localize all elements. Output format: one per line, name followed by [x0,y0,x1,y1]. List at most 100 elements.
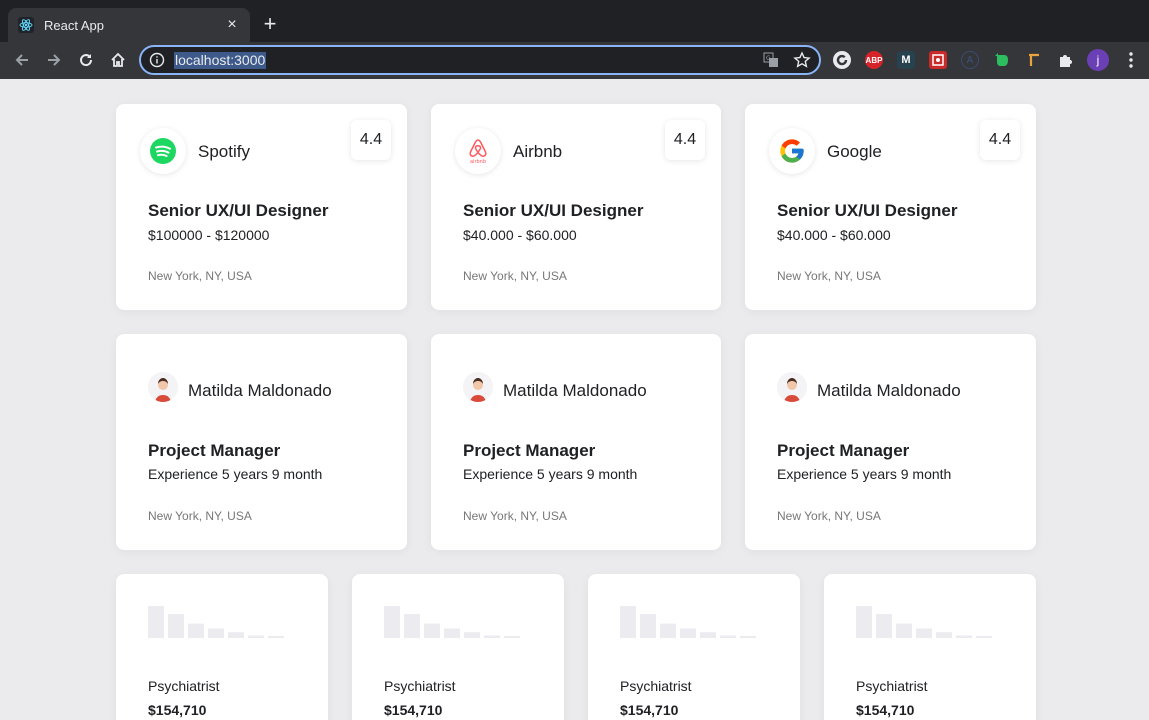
google-ext-icon[interactable] [833,51,851,69]
job-card[interactable]: Spotify 4.4 Senior UX/UI Designer $10000… [116,104,407,310]
salary-amount: $154,710 [384,702,443,718]
profession-name: Psychiatrist [620,678,692,694]
profile-avatar[interactable]: j [1087,49,1109,71]
tool-ext-icon[interactable] [1025,51,1043,69]
avatar [777,372,807,402]
job-location: New York, NY, USA [463,269,567,283]
chart-bar [248,635,264,638]
salary-mini-chart [856,606,992,638]
job-card[interactable]: Google 4.4 Senior UX/UI Designer $40.000… [745,104,1036,310]
chart-bar [188,623,204,638]
puzzle-icon[interactable] [1057,51,1075,69]
chart-bar [856,606,872,638]
candidate-location: New York, NY, USA [463,509,567,523]
m-ext-icon[interactable]: M [897,51,915,69]
spotify-logo-icon [140,128,186,174]
reload-icon[interactable] [74,48,98,72]
svg-text:G: G [766,55,771,62]
salary-amount: $154,710 [856,702,915,718]
salary-amount: $154,710 [148,702,207,718]
candidate-role: Project Manager [148,441,281,460]
home-icon[interactable] [106,48,130,72]
salary-card[interactable]: Psychiatrist $154,710 [824,574,1036,720]
job-card[interactable]: airbnb Airbnb 4.4 Senior UX/UI Designer … [431,104,721,310]
salary-amount: $154,710 [620,702,679,718]
job-title: Senior UX/UI Designer [148,201,329,220]
chart-bar [384,606,400,638]
job-location: New York, NY, USA [777,269,881,283]
url-text[interactable]: localhost:3000 [174,52,267,69]
react-favicon-icon [18,17,34,33]
candidate-location: New York, NY, USA [148,509,252,523]
chart-bar [444,628,460,638]
chart-bar [916,628,932,638]
chart-bar [976,636,992,638]
chart-bar [936,632,952,638]
profession-name: Psychiatrist [856,678,928,694]
chart-bar [660,623,676,638]
chart-bar [504,636,520,638]
candidate-role: Project Manager [463,441,596,460]
new-tab-icon[interactable]: + [258,13,282,37]
salary-mini-chart [384,606,520,638]
chart-bar [228,632,244,638]
company-name: Spotify [198,142,250,161]
salary-mini-chart [148,606,284,638]
chart-bar [168,614,184,638]
candidate-name: Matilda Maldonado [817,381,961,400]
translate-icon[interactable]: G [763,52,779,68]
tab-title: React App [44,17,104,33]
salary-range: $40.000 - $60.000 [777,227,891,243]
candidate-experience: Experience 5 years 9 month [777,466,952,482]
candidate-card[interactable]: Matilda Maldonado Project Manager Experi… [431,334,721,550]
address-bar[interactable]: localhost:3000 G [139,45,821,75]
chart-bar [620,606,636,638]
job-title: Senior UX/UI Designer [463,201,644,220]
chart-bar [680,628,696,638]
candidate-experience: Experience 5 years 9 month [148,466,323,482]
chart-bar [404,614,420,638]
bookmark-star-icon[interactable] [793,51,811,69]
a-ext-icon[interactable]: A [961,51,979,69]
rating-badge: 4.4 [351,120,391,160]
chart-bar [640,614,656,638]
rating-badge: 4.4 [665,120,705,160]
profession-name: Psychiatrist [148,678,220,694]
profession-name: Psychiatrist [384,678,456,694]
candidate-experience: Experience 5 years 9 month [463,466,638,482]
salary-card[interactable]: Psychiatrist $154,710 [116,574,328,720]
avatar [463,372,493,402]
chart-bar [424,623,440,638]
salary-card[interactable]: Psychiatrist $154,710 [588,574,800,720]
chart-bar [720,635,736,638]
google-logo-icon [769,128,815,174]
chart-bar [208,628,224,638]
abp-icon[interactable]: ABP [865,51,883,69]
job-location: New York, NY, USA [148,269,252,283]
rating-badge: 4.4 [980,120,1020,160]
red-ext-icon[interactable] [929,51,947,69]
svg-text:airbnb: airbnb [470,159,486,165]
candidate-location: New York, NY, USA [777,509,881,523]
forward-icon[interactable] [42,48,66,72]
salary-card[interactable]: Psychiatrist $154,710 [352,574,564,720]
site-info-icon[interactable] [149,52,165,68]
candidate-card[interactable]: Matilda Maldonado Project Manager Experi… [116,334,407,550]
chart-bar [956,635,972,638]
browser-tab[interactable]: React App × [8,8,250,42]
chart-bar [484,635,500,638]
more-menu-icon[interactable] [1122,50,1140,70]
chart-bar [896,623,912,638]
chart-bar [740,636,756,638]
close-tab-icon[interactable]: × [224,17,240,33]
evernote-icon[interactable] [993,51,1011,69]
avatar [148,372,178,402]
candidate-name: Matilda Maldonado [503,381,647,400]
candidate-card[interactable]: Matilda Maldonado Project Manager Experi… [745,334,1036,550]
back-icon[interactable] [10,48,34,72]
salary-range: $40.000 - $60.000 [463,227,577,243]
browser-toolbar: localhost:3000 G ABP M A j [0,42,1149,79]
airbnb-logo-icon: airbnb [455,128,501,174]
chart-bar [148,606,164,638]
company-name: Google [827,142,882,161]
